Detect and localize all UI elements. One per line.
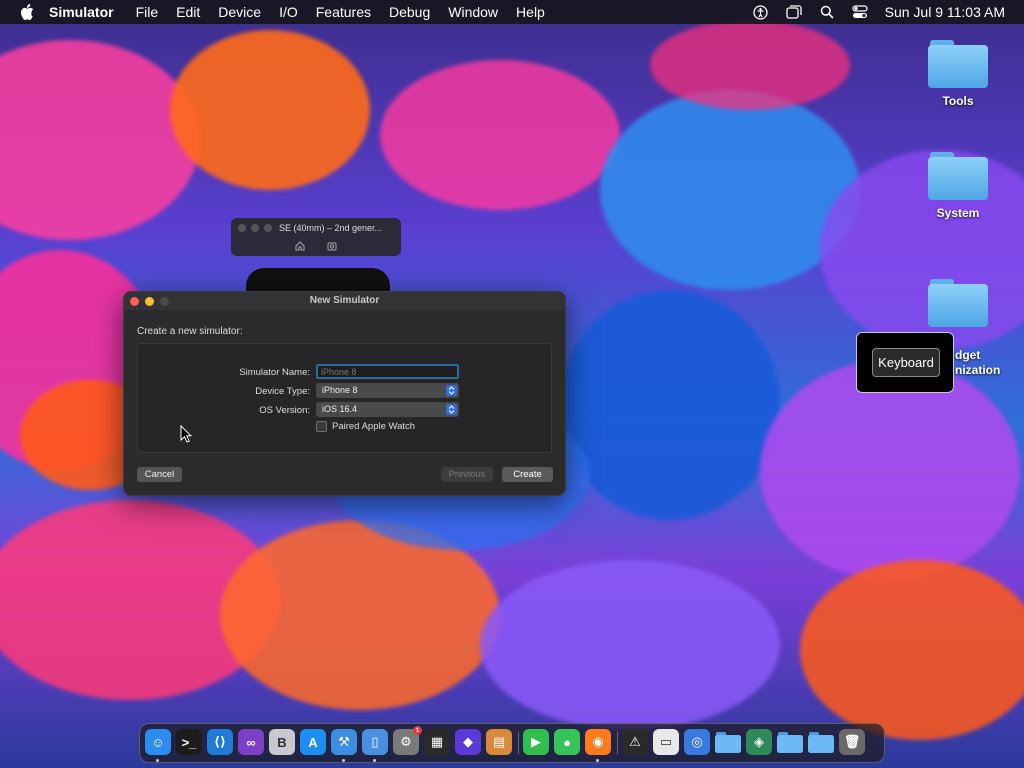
menu-debug[interactable]: Debug	[389, 4, 430, 20]
dock: ☺ >_ ⟨⟩ ∞ B A ⚒ ▯ ⚙ 1 ▦ ◆ ▤ ▶ ● ◉ ⚠ ▭ ◎ ◈ 🗑	[139, 723, 885, 763]
desktop-folder-tools[interactable]: Tools	[913, 40, 1003, 108]
desktop-folder-label: System	[936, 206, 980, 220]
os-version-label: OS Version:	[259, 405, 310, 416]
home-icon[interactable]	[294, 240, 306, 252]
firefox-icon[interactable]: ◉	[585, 729, 611, 755]
finder-icon[interactable]: ☺	[145, 729, 171, 755]
folder-icon[interactable]	[715, 729, 741, 755]
messages-icon[interactable]: ●	[554, 729, 580, 755]
folder-icon	[928, 40, 988, 88]
previous-button[interactable]: Previous	[441, 467, 493, 482]
paired-apple-watch-row[interactable]: Paired Apple Watch	[316, 421, 415, 432]
accessibility-icon[interactable]	[753, 4, 769, 20]
os-version-row: OS Version: iOS 16.4	[138, 402, 551, 418]
menu-io[interactable]: I/O	[279, 4, 298, 20]
folder-icon-3[interactable]	[808, 729, 834, 755]
menu-window[interactable]: Window	[448, 4, 498, 20]
simulator-name-input[interactable]	[318, 366, 457, 377]
menu-device[interactable]: Device	[218, 4, 261, 20]
os-version-value: iOS 16.4	[322, 404, 358, 414]
simulator-icon[interactable]: ▯	[362, 729, 388, 755]
dock-separator	[617, 732, 618, 754]
paired-apple-watch-label: Paired Apple Watch	[332, 421, 416, 432]
menu-bar: Simulator File Edit Device I/O Features …	[0, 0, 1024, 24]
cancel-button[interactable]: Cancel	[137, 467, 182, 482]
vscode-icon[interactable]: ⟨⟩	[207, 729, 233, 755]
chevron-updown-icon	[446, 385, 457, 396]
menu-edit[interactable]: Edit	[176, 4, 200, 20]
desktop-folder-system[interactable]: System	[913, 152, 1003, 220]
running-indicator	[596, 759, 599, 762]
menu-app-name[interactable]: Simulator	[49, 4, 114, 20]
simulator-window-title: SE (40mm) – 2nd gener...	[279, 223, 383, 233]
chevron-updown-icon	[446, 404, 457, 415]
device-type-select[interactable]: iPhone 8	[316, 383, 459, 398]
running-indicator	[373, 759, 376, 762]
system-settings-icon[interactable]: ⚙ 1	[393, 726, 422, 755]
dialog-subtitle: Create a new simulator:	[137, 326, 243, 337]
running-indicator	[342, 759, 345, 762]
os-version-select[interactable]: iOS 16.4	[316, 402, 459, 417]
apple-menu-icon[interactable]	[17, 0, 37, 24]
screenshot-icon[interactable]	[326, 240, 338, 252]
new-simulator-dialog: New Simulator Create a new simulator: Si…	[123, 291, 566, 496]
window-icon[interactable]	[785, 4, 802, 20]
sourcetree-icon[interactable]: ◈	[746, 729, 772, 755]
app-store-icon[interactable]: A	[300, 729, 326, 755]
window-controls	[238, 224, 272, 232]
folder-icon	[928, 152, 988, 200]
running-indicator	[156, 759, 159, 762]
control-center-icon[interactable]	[852, 4, 868, 20]
create-button[interactable]: Create	[502, 467, 553, 482]
shortcuts-icon[interactable]: ◆	[455, 729, 481, 755]
search-icon[interactable]	[819, 4, 835, 20]
dock-separator	[518, 732, 519, 754]
document-icon[interactable]: ▭	[653, 729, 679, 755]
dialog-title: New Simulator	[309, 295, 380, 306]
paired-apple-watch-checkbox[interactable]	[316, 421, 327, 432]
activity-monitor-icon[interactable]: ▦	[424, 729, 450, 755]
mouse-cursor-icon	[180, 424, 193, 443]
xcode-icon[interactable]: ⚒	[331, 729, 357, 755]
simulator-name-row: Simulator Name:	[138, 364, 551, 380]
visual-studio-icon[interactable]: ∞	[238, 729, 264, 755]
simulator-device-screen[interactable]	[246, 268, 390, 292]
keyboard-button[interactable]: Keyboard	[872, 348, 940, 377]
console-icon[interactable]: ⚠	[622, 729, 648, 755]
bbedit-icon[interactable]: B	[269, 729, 295, 755]
menu-help[interactable]: Help	[516, 4, 545, 20]
trash-icon[interactable]: 🗑	[839, 729, 865, 755]
menubar-clock[interactable]: Sun Jul 9 11:03 AM	[885, 4, 1005, 20]
menu-file[interactable]: File	[136, 4, 159, 20]
desktop-folder-label: Tools	[942, 94, 974, 108]
simulator-name-field-wrapper	[316, 364, 459, 379]
simulator-name-label: Simulator Name:	[239, 367, 310, 378]
dialog-titlebar[interactable]: New Simulator	[124, 292, 565, 310]
chrome-icon[interactable]: ◎	[684, 729, 710, 755]
folder-icon	[928, 279, 988, 327]
device-type-label: Device Type:	[255, 386, 310, 397]
menu-features[interactable]: Features	[316, 4, 371, 20]
device-type-value: iPhone 8	[322, 385, 358, 395]
facetime-icon[interactable]: ▶	[523, 729, 549, 755]
launchpad-icon[interactable]: ▤	[486, 729, 512, 755]
simulator-form-panel: Simulator Name: Device Type: iPhone 8 OS…	[137, 343, 552, 453]
keyboard-popup: Keyboard	[856, 332, 954, 393]
notification-badge: 1	[413, 726, 422, 735]
folder-icon-2[interactable]	[777, 729, 803, 755]
terminal-icon[interactable]: >_	[176, 729, 202, 755]
simulator-device-window[interactable]: SE (40mm) – 2nd gener...	[231, 218, 401, 256]
device-type-row: Device Type: iPhone 8	[138, 383, 551, 399]
